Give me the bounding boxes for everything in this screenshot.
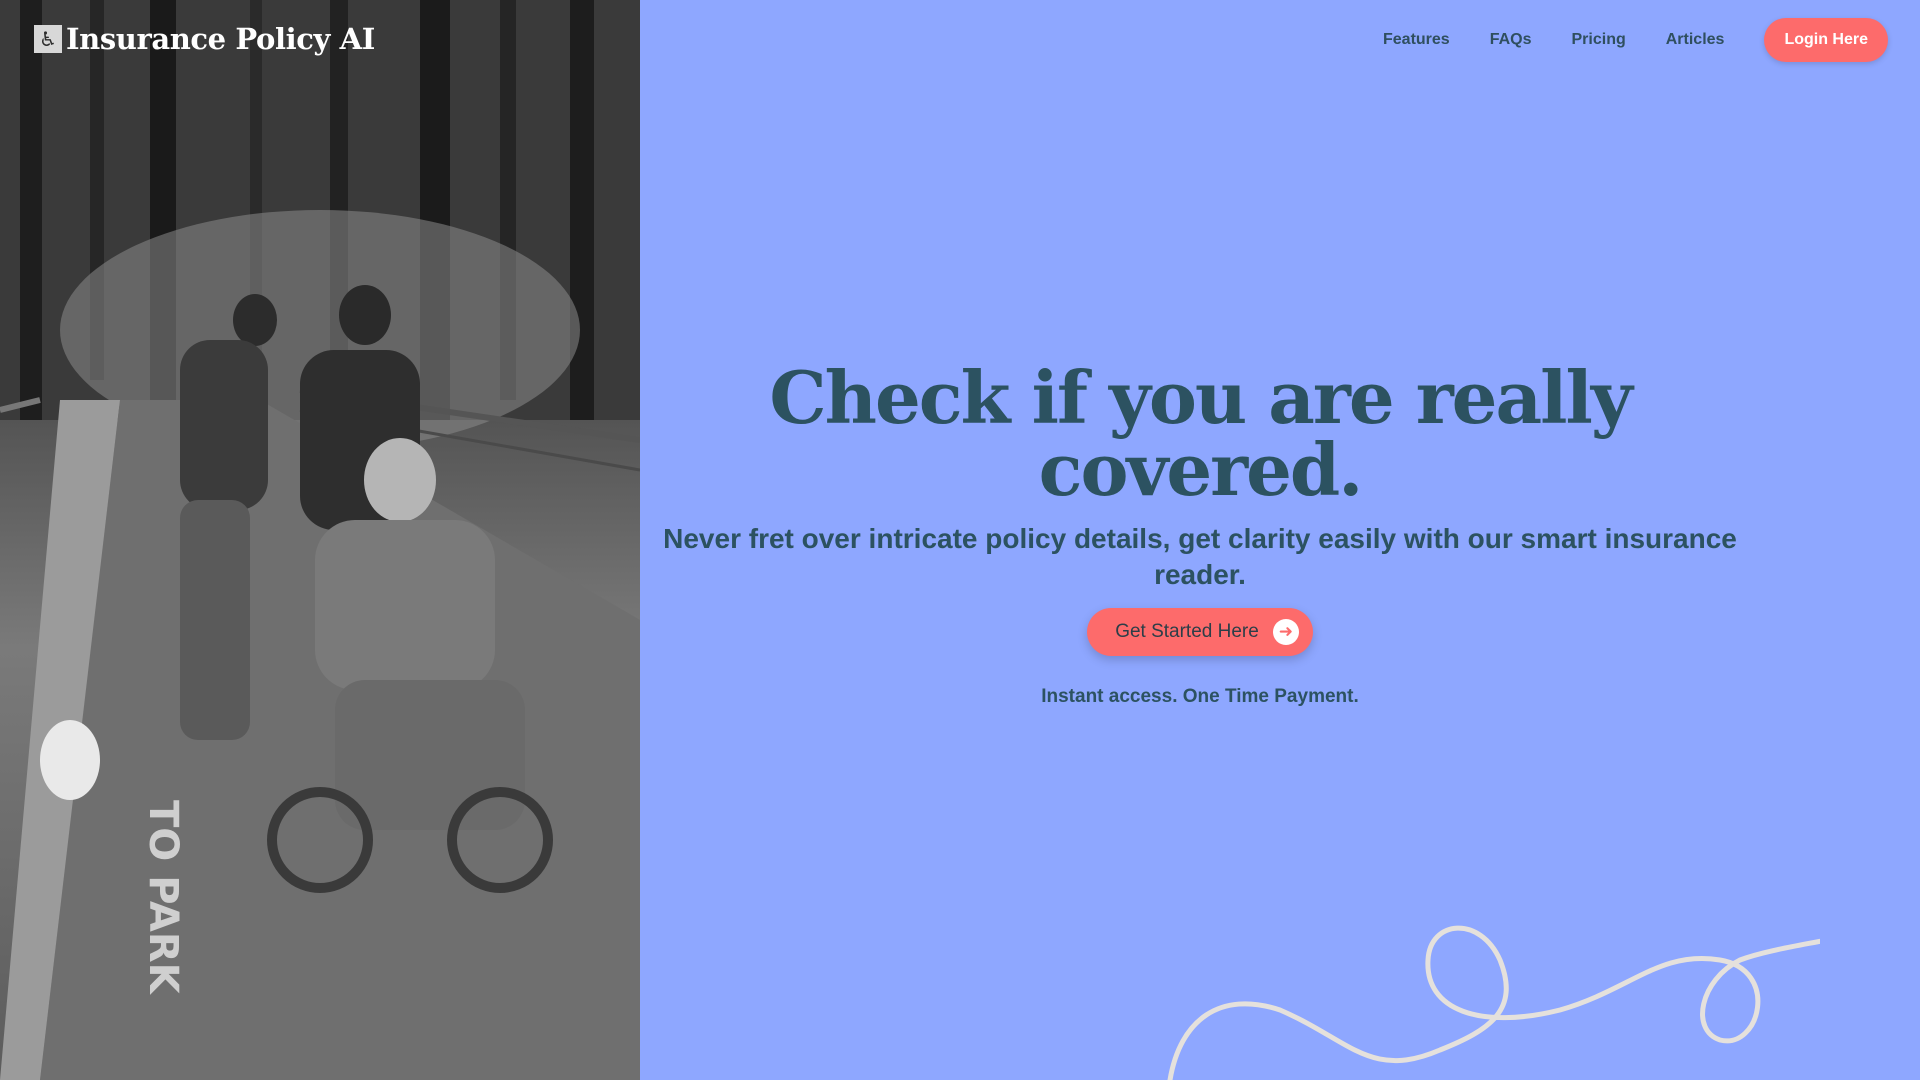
brand-logo[interactable]: ♿ Insurance Policy AI [34, 22, 375, 56]
hero-subheadline: Never fret over intricate policy details… [663, 523, 1737, 590]
cta-container: Get Started Here ➜ [640, 608, 1760, 656]
get-started-label: Get Started Here [1115, 621, 1259, 642]
hero-headline: Check if you are really covered. [769, 355, 1632, 512]
arrow-right-icon: ➜ [1272, 619, 1299, 645]
photo-illustration: TO PARK [0, 0, 640, 1080]
brand-name: Insurance Policy AI [66, 22, 375, 56]
get-started-button[interactable]: Get Started Here ➜ [1087, 608, 1313, 656]
decorative-squiggle [1167, 925, 1820, 1080]
pricing-note: Instant access. One Time Payment. [1041, 686, 1359, 707]
hero-section: Check if you are really covered. Never f… [640, 0, 1920, 1080]
hero-photo: TO PARK [0, 0, 640, 1080]
wheelchair-icon: ♿ [34, 25, 62, 53]
svg-text:TO PARK: TO PARK [140, 800, 186, 996]
